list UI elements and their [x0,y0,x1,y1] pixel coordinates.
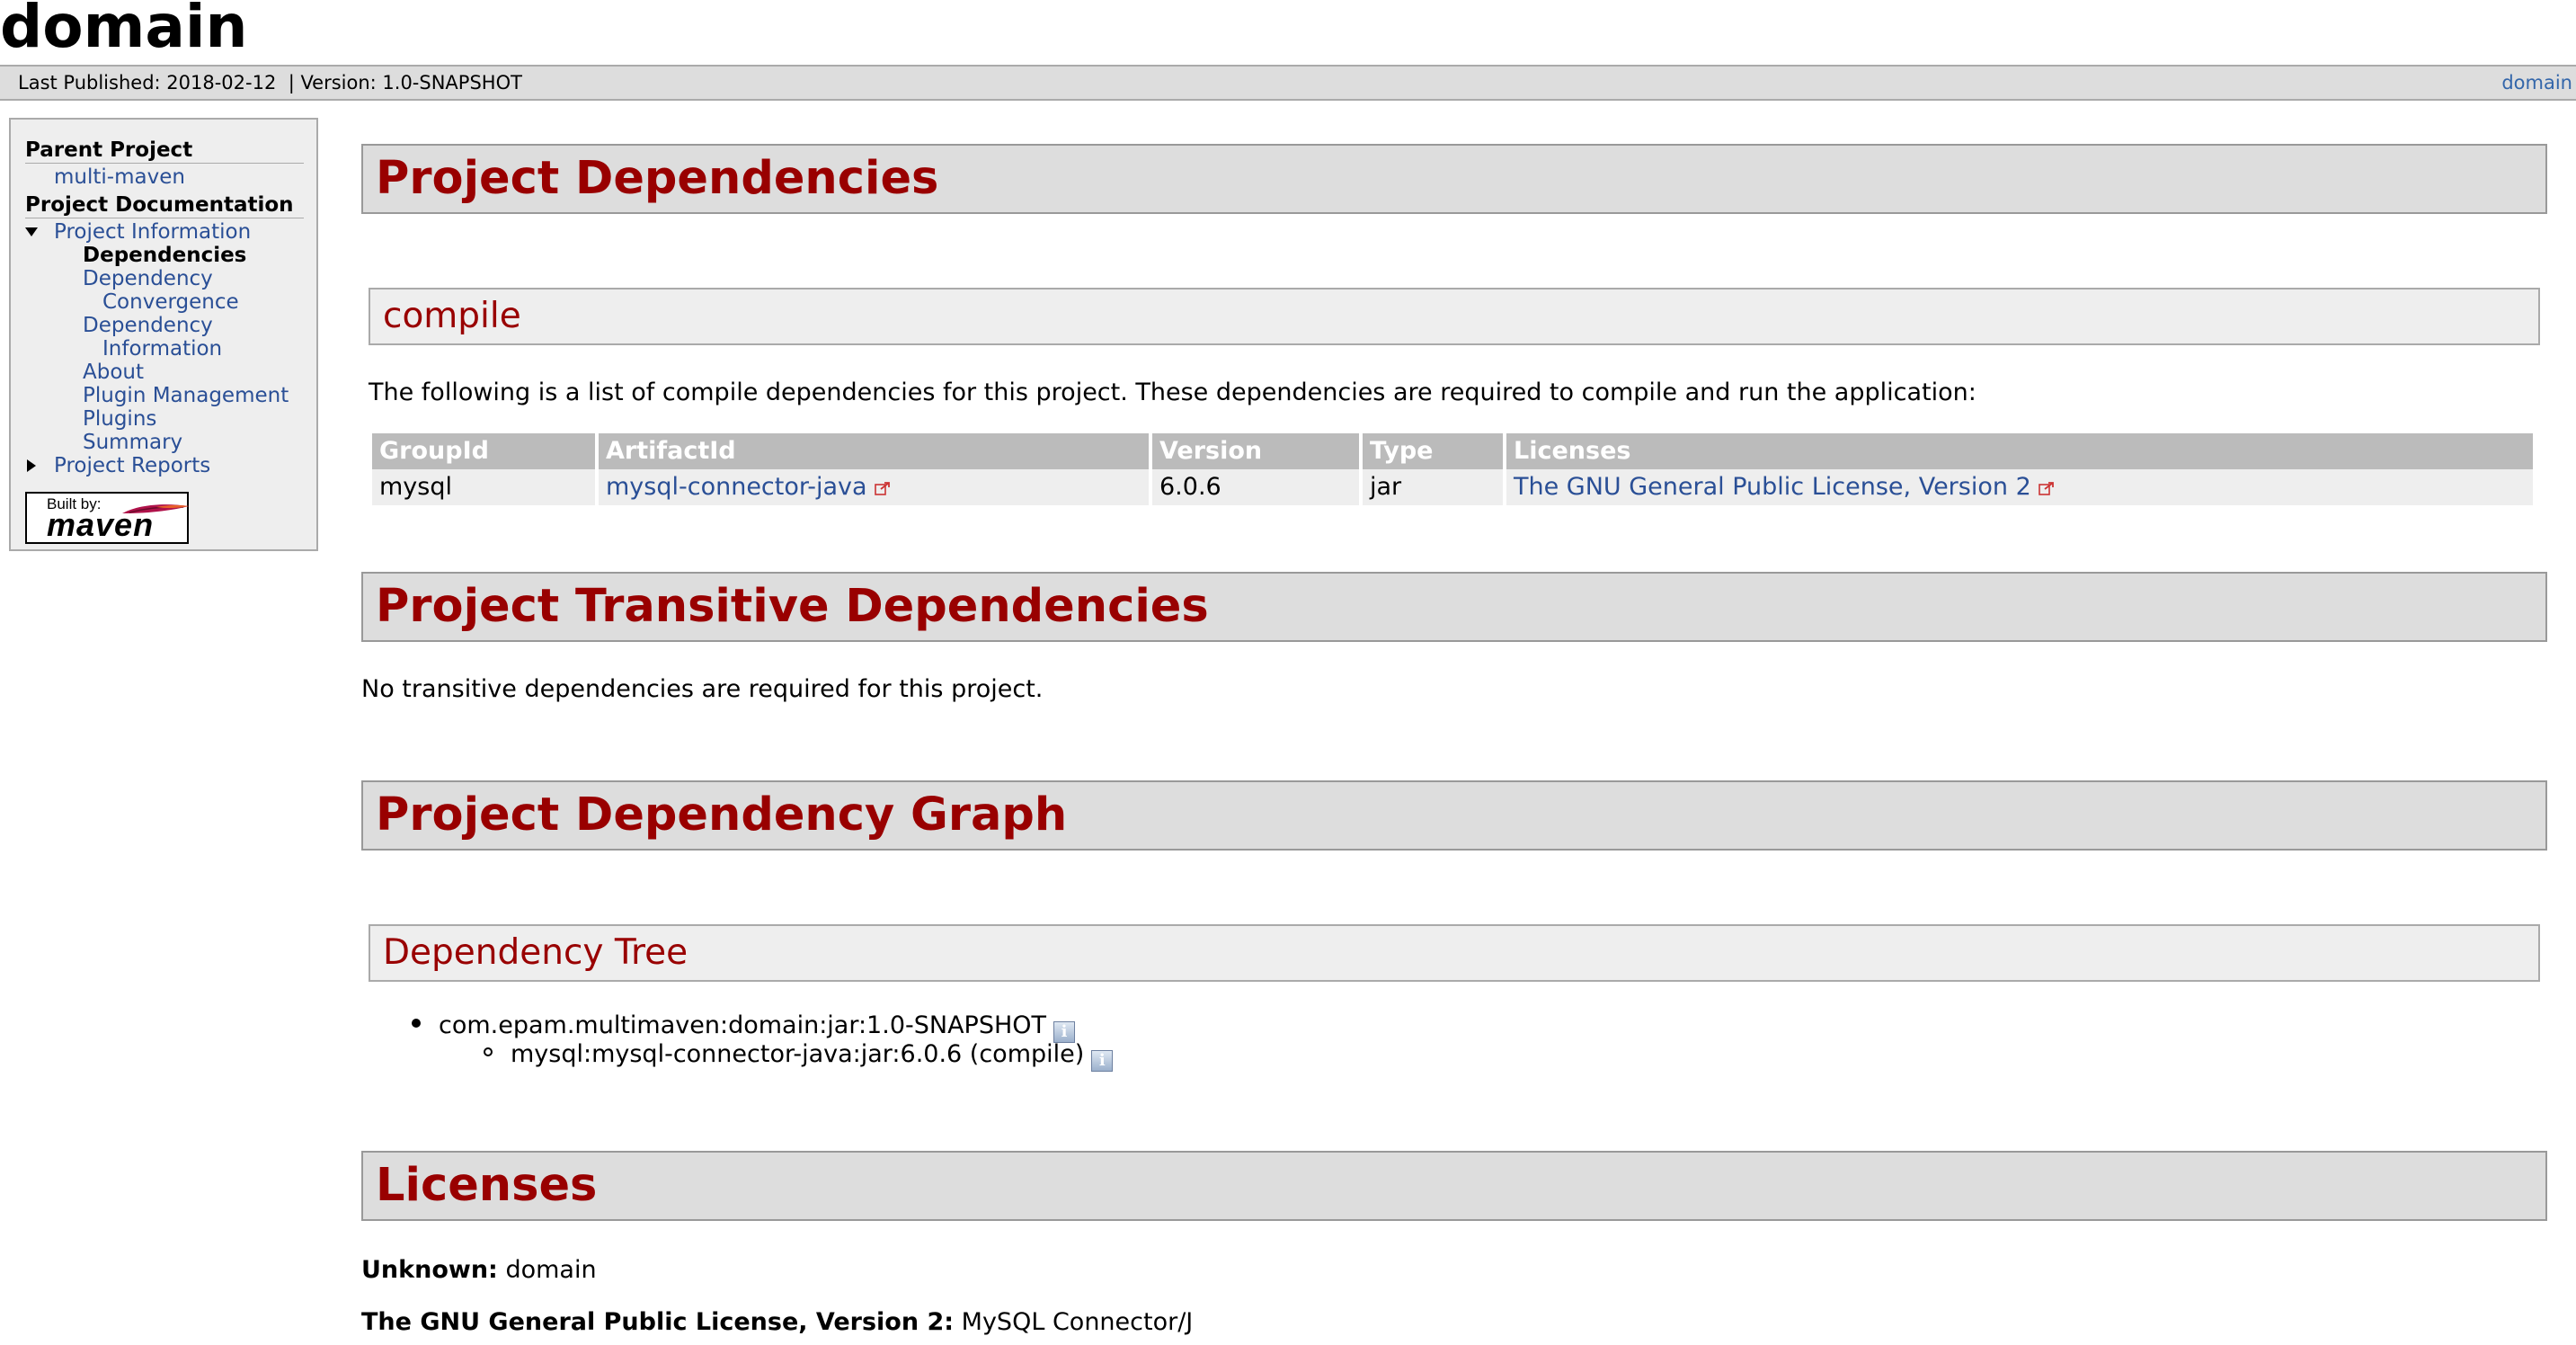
nav-column: Parent Project multi-maven Project Docum… [25,138,304,477]
bullet-dot [412,1019,421,1028]
col-header-version[interactable]: Version [1152,433,1359,469]
heading-licenses: Licenses [361,1151,2547,1221]
breadcrumb-bar: Last Published: 2018-02-12 | Version: 1.… [0,65,2576,101]
cell-type: jar [1363,469,1503,505]
page-banner-title: domain [0,0,248,61]
bullet-circle [484,1047,493,1056]
heading-dependency-tree: Dependency Tree [369,924,2540,982]
cell-artifactid: mysql-connector-java [599,469,1149,505]
nav-item-plugin-management[interactable]: Plugin Management [25,384,304,407]
publish-info: Last Published: 2018-02-12 | Version: 1.… [18,67,522,99]
external-link-icon [2038,482,2054,495]
expanded-triangle-icon [25,227,38,236]
nav-item-plugins[interactable]: Plugins [25,407,304,431]
nav-item-dependencies: Dependencies [83,244,247,267]
nav-item-dependency-information-cont[interactable]: Information [25,337,304,361]
dependency-tree-root: com.epam.multimaven:domain:jar:1.0-SNAPS… [412,1011,1076,1043]
license-entry-gpl: The GNU General Public License, Version … [361,1307,1193,1338]
breadcrumb-domain-link[interactable]: domain [2501,67,2572,99]
nav-item-project-information[interactable]: Project Information [25,220,304,244]
table-row: mysql mysql-connector-java 6.0.6 jar The… [372,469,2533,505]
license-name: Unknown: [361,1256,498,1284]
cell-version: 6.0.6 [1152,469,1359,505]
collapsed-triangle-icon [27,459,36,472]
nav-item-project-reports[interactable]: Project Reports [25,454,304,477]
nav-item-dependency-convergence[interactable]: Dependency [25,267,304,290]
heading-dependency-graph: Project Dependency Graph [361,780,2547,851]
license-entry-unknown: Unknown: domain [361,1255,597,1286]
dependencies-table: GroupId ArtifactId Version Type Licenses… [369,433,2536,505]
nav-heading-project-documentation: Project Documentation [25,192,304,218]
nav-label-project-reports[interactable]: Project Reports [54,454,210,477]
heading-transitive-dependencies: Project Transitive Dependencies [361,572,2547,642]
nav-heading-parent-project: Parent Project [25,138,304,164]
artifact-link[interactable]: mysql-connector-java [606,473,867,501]
version-info: | Version: 1.0-SNAPSHOT [288,72,522,94]
col-header-groupid[interactable]: GroupId [372,433,595,469]
tree-root-label: com.epam.multimaven:domain:jar:1.0-SNAPS… [439,1011,1047,1039]
transitive-description: No transitive dependencies are required … [361,675,1044,703]
license-name: The GNU General Public License, Version … [361,1308,955,1336]
heading-project-dependencies: Project Dependencies [361,144,2547,214]
banner: domain [0,0,2576,65]
compile-description: The following is a list of compile depen… [369,379,1976,406]
heading-compile: compile [369,288,2540,345]
license-project: MySQL Connector/J [961,1308,1194,1336]
tree-child-label: mysql:mysql-connector-java:jar:6.0.6 (co… [511,1040,1085,1068]
external-link-icon [874,482,890,495]
cell-groupid: mysql [372,469,595,505]
nav-item-summary[interactable]: Summary [25,431,304,454]
nav-item-about[interactable]: About [25,361,304,384]
last-published: Last Published: 2018-02-12 [18,72,277,94]
built-by-maven-logo[interactable]: Built by: maven [25,492,189,544]
left-sidebar: Parent Project multi-maven Project Docum… [9,118,318,551]
col-header-licenses[interactable]: Licenses [1506,433,2533,469]
dependency-tree-child: mysql:mysql-connector-java:jar:6.0.6 (co… [484,1039,1114,1072]
maven-feather-icon [122,504,189,513]
nav-item-dependency-convergence-cont[interactable]: Convergence [25,290,304,314]
nav-link-multi-maven[interactable]: multi-maven [25,165,304,189]
col-header-type[interactable]: Type [1363,433,1503,469]
license-project: domain [505,1256,597,1284]
license-link[interactable]: The GNU General Public License, Version … [1514,473,2031,501]
nav-item-dependency-information[interactable]: Dependency [25,314,304,337]
table-header-row: GroupId ArtifactId Version Type Licenses [372,433,2533,469]
info-icon[interactable]: i [1091,1050,1114,1072]
cell-license: The GNU General Public License, Version … [1506,469,2533,505]
col-header-artifactid[interactable]: ArtifactId [599,433,1149,469]
nav-label-project-information[interactable]: Project Information [54,220,251,244]
